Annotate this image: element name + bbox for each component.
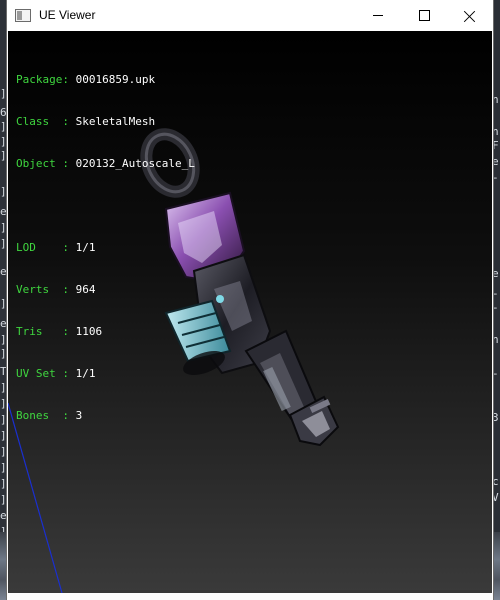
info-row-verts: Verts : 964 bbox=[16, 283, 195, 297]
info-label: Tris : bbox=[16, 325, 76, 338]
info-label: LOD : bbox=[16, 241, 76, 254]
info-label: Package: bbox=[16, 73, 76, 86]
title-bar[interactable]: UE Viewer bbox=[7, 0, 493, 31]
desktop-mark: n bbox=[492, 93, 499, 106]
info-row-tris: Tris : 1106 bbox=[16, 325, 195, 339]
minimize-button[interactable] bbox=[355, 0, 401, 31]
info-row-lod: LOD : 1/1 bbox=[16, 241, 195, 255]
info-row-class: Class : SkeletalMesh bbox=[16, 115, 195, 129]
desktop-mark: e bbox=[492, 155, 499, 168]
desktop-mark: n bbox=[492, 333, 499, 346]
info-value: SkeletalMesh bbox=[75, 115, 156, 128]
info-row-bones: Bones : 3 bbox=[16, 409, 195, 423]
info-label: Class : bbox=[16, 115, 76, 128]
info-value: 3 bbox=[75, 409, 83, 422]
close-icon bbox=[464, 10, 476, 22]
3d-viewport[interactable]: Package: 00016859.upk Class : SkeletalMe… bbox=[8, 31, 492, 593]
info-label: UV Set : bbox=[16, 367, 76, 380]
info-label: Object : bbox=[16, 157, 76, 170]
info-row-uvset: UV Set : 1/1 bbox=[16, 367, 195, 381]
ue-viewer-window: UE Viewer Package: 00016859.upk Class: … bbox=[7, 0, 493, 600]
close-button[interactable] bbox=[447, 0, 493, 31]
info-value: 1106 bbox=[75, 325, 103, 338]
info-value: 1/1 bbox=[75, 241, 96, 254]
desktop-mark: V bbox=[492, 491, 499, 504]
info-row-package: Package: 00016859.upk bbox=[16, 73, 195, 87]
desktop-mark: c bbox=[492, 475, 499, 488]
desktop-mark: - bbox=[492, 171, 499, 184]
desktop-mark: 3 bbox=[492, 411, 499, 424]
window-title: UE Viewer bbox=[39, 8, 96, 22]
info-label: Verts : bbox=[16, 283, 76, 296]
info-row-object: Object : 020132_Autoscale_L bbox=[16, 157, 195, 171]
info-value: 00016859.upk bbox=[75, 73, 156, 86]
desktop-mark: - bbox=[492, 301, 499, 314]
app-window-icon[interactable] bbox=[15, 9, 31, 22]
mesh-info-panel: Package: 00016859.upk Class : SkeletalMe… bbox=[16, 45, 195, 451]
minimize-icon bbox=[373, 15, 383, 16]
info-label: Bones : bbox=[16, 409, 76, 422]
info-value: 020132_Autoscale_L bbox=[75, 157, 195, 170]
info-value: 964 bbox=[75, 283, 96, 296]
desktop-mark: n bbox=[492, 125, 499, 138]
maximize-icon bbox=[418, 10, 430, 21]
maximize-button[interactable] bbox=[401, 0, 447, 31]
desktop-mark: - bbox=[492, 367, 499, 380]
desktop-mark: - bbox=[492, 287, 499, 300]
info-value: 1/1 bbox=[75, 367, 96, 380]
desktop-right-edge: n n F e - - e - n - 3 c V bbox=[492, 0, 500, 600]
desktop-mark: F bbox=[492, 139, 499, 152]
desktop-mark: e bbox=[492, 267, 499, 280]
